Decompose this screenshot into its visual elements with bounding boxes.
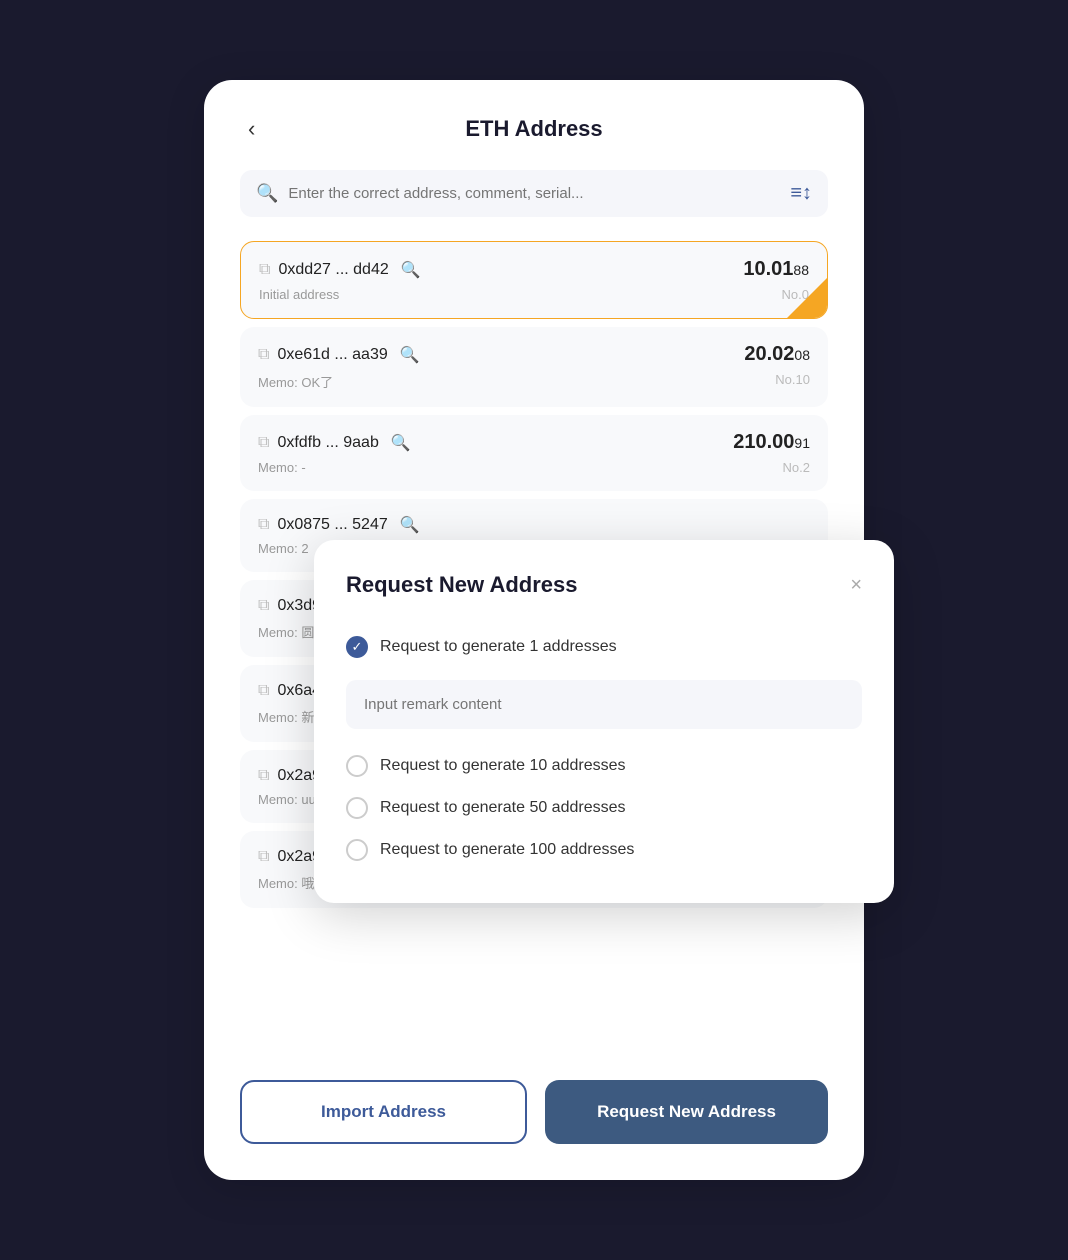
copy-icon[interactable]: ⧉ bbox=[258, 848, 269, 866]
search-address-icon[interactable]: 🔍 bbox=[401, 260, 421, 280]
search-input[interactable] bbox=[288, 185, 780, 202]
radio-label: Request to generate 1 addresses bbox=[380, 638, 617, 656]
no-text: No.10 bbox=[775, 372, 810, 391]
header: ‹ ETH Address bbox=[240, 116, 828, 142]
radio-option[interactable]: Request to generate 100 addresses bbox=[346, 829, 862, 871]
copy-icon[interactable]: ⧉ bbox=[259, 261, 270, 279]
active-triangle bbox=[787, 278, 827, 318]
dialog-header: Request New Address × bbox=[346, 572, 862, 598]
copy-icon[interactable]: ⧉ bbox=[258, 597, 269, 615]
radio-option[interactable]: Request to generate 10 addresses bbox=[346, 745, 862, 787]
address-amount: 210.0091 bbox=[733, 431, 810, 454]
filter-icon[interactable]: ≡↕ bbox=[790, 182, 812, 205]
address-amount: 20.0208 bbox=[744, 343, 810, 366]
page-title: ETH Address bbox=[465, 116, 602, 142]
address-item[interactable]: ⧉ 0xdd27 ... dd42 🔍 10.0188 Initial addr… bbox=[240, 241, 828, 319]
search-bar: 🔍 ≡↕ bbox=[240, 170, 828, 217]
search-address-icon[interactable]: 🔍 bbox=[391, 433, 411, 453]
copy-icon[interactable]: ⧉ bbox=[258, 516, 269, 534]
import-address-button[interactable]: Import Address bbox=[240, 1080, 527, 1144]
radio-label: Request to generate 50 addresses bbox=[380, 799, 626, 817]
bottom-buttons: Import Address Request New Address bbox=[240, 1080, 828, 1144]
copy-icon[interactable]: ⧉ bbox=[258, 682, 269, 700]
close-dialog-button[interactable]: × bbox=[850, 574, 862, 597]
radio-circle: ✓ bbox=[346, 636, 368, 658]
radio-circle bbox=[346, 797, 368, 819]
checkmark-icon: ✓ bbox=[352, 639, 363, 655]
memo-text: Memo: 2 bbox=[258, 541, 309, 556]
radio-circle bbox=[346, 755, 368, 777]
main-card: ‹ ETH Address 🔍 ≡↕ ⧉ 0xdd27 ... dd42 🔍 1… bbox=[204, 80, 864, 1180]
copy-icon[interactable]: ⧉ bbox=[258, 767, 269, 785]
address-text: 0xdd27 ... dd42 bbox=[278, 261, 388, 279]
no-text: No.2 bbox=[783, 460, 810, 475]
request-address-dialog: Request New Address × ✓ Request to gener… bbox=[314, 540, 894, 903]
address-item[interactable]: ⧉ 0xe61d ... aa39 🔍 20.0208 Memo: OK了 No… bbox=[240, 327, 828, 407]
radio-label: Request to generate 10 addresses bbox=[380, 757, 626, 775]
memo-text: Initial address bbox=[259, 287, 339, 302]
memo-text: Memo: uu bbox=[258, 792, 316, 807]
address-item[interactable]: ⧉ 0xfdfb ... 9aab 🔍 210.0091 Memo: - No.… bbox=[240, 415, 828, 491]
dialog-options: ✓ Request to generate 1 addresses Reques… bbox=[346, 626, 862, 871]
radio-option[interactable]: ✓ Request to generate 1 addresses bbox=[346, 626, 862, 668]
search-icon: 🔍 bbox=[256, 183, 278, 204]
search-address-icon[interactable]: 🔍 bbox=[400, 515, 420, 535]
radio-circle bbox=[346, 839, 368, 861]
copy-icon[interactable]: ⧉ bbox=[258, 434, 269, 452]
copy-icon[interactable]: ⧉ bbox=[258, 346, 269, 364]
memo-text: Memo: OK了 bbox=[258, 372, 333, 391]
request-new-address-button[interactable]: Request New Address bbox=[545, 1080, 828, 1144]
dialog-title: Request New Address bbox=[346, 572, 577, 598]
remark-input[interactable] bbox=[346, 680, 862, 729]
radio-option[interactable]: Request to generate 50 addresses bbox=[346, 787, 862, 829]
address-text: 0xe61d ... aa39 bbox=[277, 346, 387, 364]
memo-text: Memo: - bbox=[258, 460, 306, 475]
radio-label: Request to generate 100 addresses bbox=[380, 841, 634, 859]
address-text: 0x0875 ... 5247 bbox=[277, 516, 387, 534]
address-text: 0xfdfb ... 9aab bbox=[277, 434, 378, 452]
back-button[interactable]: ‹ bbox=[240, 112, 263, 146]
memo-text: Memo: 新1 bbox=[258, 707, 322, 726]
search-address-icon[interactable]: 🔍 bbox=[400, 345, 420, 365]
